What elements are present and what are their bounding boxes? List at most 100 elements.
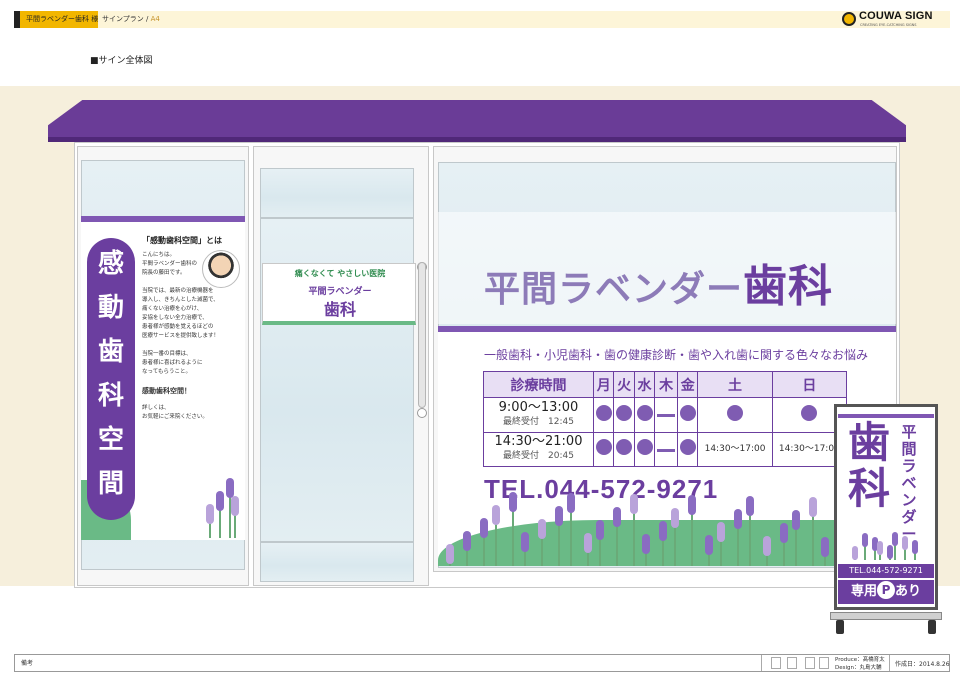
intro-line bbox=[142, 395, 242, 404]
intro-line: 詳しくは、 bbox=[142, 405, 170, 411]
intro-line: 患者様に喜ばれるように bbox=[142, 360, 203, 366]
footer-credits: Produce：髙橋育太 Design：丸島大輔 bbox=[835, 656, 885, 672]
open-mark-icon bbox=[595, 439, 612, 456]
intro-line: 院長の藤田です。 bbox=[142, 270, 186, 276]
lavender-flower-icon bbox=[887, 545, 893, 559]
time-cell: 9:00〜13:00 最終受付 12:45 bbox=[483, 397, 594, 433]
time-range: 14:30〜21:00 bbox=[494, 434, 583, 450]
standing-sign-kanji: 歯科 bbox=[848, 418, 891, 513]
lavender-flower-icon bbox=[538, 519, 546, 539]
logo-subtext: CREATING EYE-CATCHING SIGNS bbox=[860, 23, 917, 27]
stamp-box bbox=[771, 657, 781, 669]
lavender-flower-icon bbox=[717, 522, 725, 542]
awning-edge bbox=[48, 137, 906, 142]
lavender-flower-icon bbox=[763, 536, 771, 556]
caster-wheel bbox=[928, 620, 936, 634]
parking-badge: 専用 P あり bbox=[838, 580, 934, 604]
schedule-cell bbox=[613, 397, 635, 433]
open-mark-icon bbox=[616, 439, 633, 456]
kando-char: 間 bbox=[97, 469, 124, 499]
intro-line: 導入し、きちんとした滅菌で、 bbox=[142, 297, 219, 303]
lavender-flower-icon bbox=[688, 495, 696, 515]
intro-line: 平間ラベンダー歯科の bbox=[142, 261, 198, 267]
kando-char: 空 bbox=[97, 425, 124, 455]
door-handle[interactable] bbox=[418, 262, 426, 408]
open-mark-icon bbox=[636, 404, 653, 421]
lavender-flower-icon bbox=[521, 532, 529, 552]
lavender-flower-icon bbox=[659, 521, 667, 541]
lavender-flower-icon bbox=[216, 491, 224, 511]
lavender-flower-icon bbox=[567, 493, 575, 513]
awning bbox=[48, 100, 906, 142]
client-label: 平間ラベンダー歯科 様 bbox=[14, 11, 98, 28]
lavender-flower-icon bbox=[492, 505, 500, 525]
special-hours: 14:30〜17:00 bbox=[704, 444, 766, 455]
parking-pre: 専用 bbox=[850, 584, 877, 599]
schedule-cell bbox=[613, 431, 635, 467]
lavender-flower-icon bbox=[555, 506, 563, 526]
footer-divider bbox=[761, 655, 762, 671]
lavender-flower-icon bbox=[642, 534, 650, 554]
creation-date: 作成日：2014.8.26 bbox=[895, 661, 950, 668]
last-reception: 最終受付 12:45 bbox=[503, 416, 574, 427]
lavender-flower-icon bbox=[746, 496, 754, 516]
standing-sign-tel: TEL.044-572-9271 bbox=[838, 564, 934, 578]
footer-divider bbox=[889, 655, 890, 671]
last-reception: 最終受付 20:45 bbox=[503, 451, 574, 462]
intro-line bbox=[142, 341, 242, 350]
ground bbox=[0, 586, 960, 646]
parking-icon: P bbox=[877, 581, 895, 599]
schedule-cell bbox=[633, 397, 656, 433]
day-header: 火 bbox=[613, 371, 635, 398]
lavender-flower-icon bbox=[734, 509, 742, 529]
lavender-flower-icon bbox=[206, 504, 214, 524]
lavender-flower-icon bbox=[509, 492, 517, 512]
services-text: 一般歯科・小児歯科・歯の健康診断・歯や入れ歯に関する色々なお悩み bbox=[484, 348, 869, 362]
intro-line: 当院一番の目標は、 bbox=[142, 351, 192, 357]
schedule-cell bbox=[654, 397, 679, 433]
intro-lines: こんにちは。 平間ラベンダー歯科の 院長の藤田です。 当院では、最新の治療機器を 導入… bbox=[142, 251, 242, 422]
paper-size: A4 bbox=[150, 15, 160, 23]
schedule-table: 診療時間 月 火 水 木 金 土 日 9:00〜13:00 最終受付 12:45 … bbox=[483, 371, 848, 467]
window-title-accent: 歯科 bbox=[743, 261, 834, 312]
lavender-flower-icon bbox=[671, 508, 679, 528]
middle-door-glass-bottom bbox=[260, 542, 414, 582]
lavender-flower-icon bbox=[463, 531, 471, 551]
time-cell: 14:30〜21:00 最終受付 20:45 bbox=[483, 431, 594, 467]
lavender-flower-icon bbox=[912, 540, 918, 554]
footer-note: 備考 bbox=[21, 660, 34, 667]
schedule-cell bbox=[697, 397, 773, 433]
stamp-box bbox=[819, 657, 829, 669]
lavender-flower-icon bbox=[705, 535, 713, 555]
couwa-logo: COUWA SIGN CREATING EYE-CATCHING SIGNS bbox=[842, 10, 942, 30]
door-clinic-kanji: 歯科 bbox=[323, 300, 356, 319]
lavender-flower-icon bbox=[480, 518, 488, 538]
open-mark-icon bbox=[679, 439, 696, 456]
intro-line: 患者様が感動を覚えるほどの bbox=[142, 324, 214, 330]
lavender-flower-icon bbox=[792, 510, 800, 530]
open-mark-icon bbox=[727, 404, 744, 421]
producer: Produce：髙橋育太 bbox=[835, 657, 885, 663]
open-mark-icon bbox=[616, 404, 633, 421]
header-bar: 平間ラベンダー歯科 様 サインプラン / A4 bbox=[14, 11, 950, 28]
day-header: 金 bbox=[677, 371, 699, 398]
middle-door-glass-top bbox=[260, 168, 414, 218]
open-mark-icon bbox=[636, 439, 653, 456]
standing-sign-vertical-name: 平間ラベンダー bbox=[901, 423, 917, 543]
kando-vertical-badge: 感 動 歯 科 空 間 bbox=[87, 238, 135, 520]
window-tel: TEL.044-572-9271 bbox=[484, 474, 719, 504]
window-clinic-title: 平間ラベンダー歯科 bbox=[484, 250, 833, 314]
lavender-flower-icon bbox=[809, 497, 817, 517]
lavender-flower-icon bbox=[852, 546, 858, 560]
schedule-cell bbox=[677, 431, 699, 467]
kando-char: 動 bbox=[97, 293, 124, 323]
lavender-flower-icon bbox=[231, 496, 239, 516]
schedule-cell bbox=[654, 431, 679, 467]
lavender-flower-icon bbox=[902, 536, 908, 550]
kando-char: 科 bbox=[97, 381, 124, 411]
lavender-flower-icon bbox=[226, 478, 234, 498]
kando-char: 歯 bbox=[97, 337, 124, 367]
open-mark-icon bbox=[801, 404, 818, 421]
plan-name: サインプラン bbox=[102, 15, 144, 23]
intro-line: 医療サービスを提供致します！ bbox=[142, 333, 220, 339]
